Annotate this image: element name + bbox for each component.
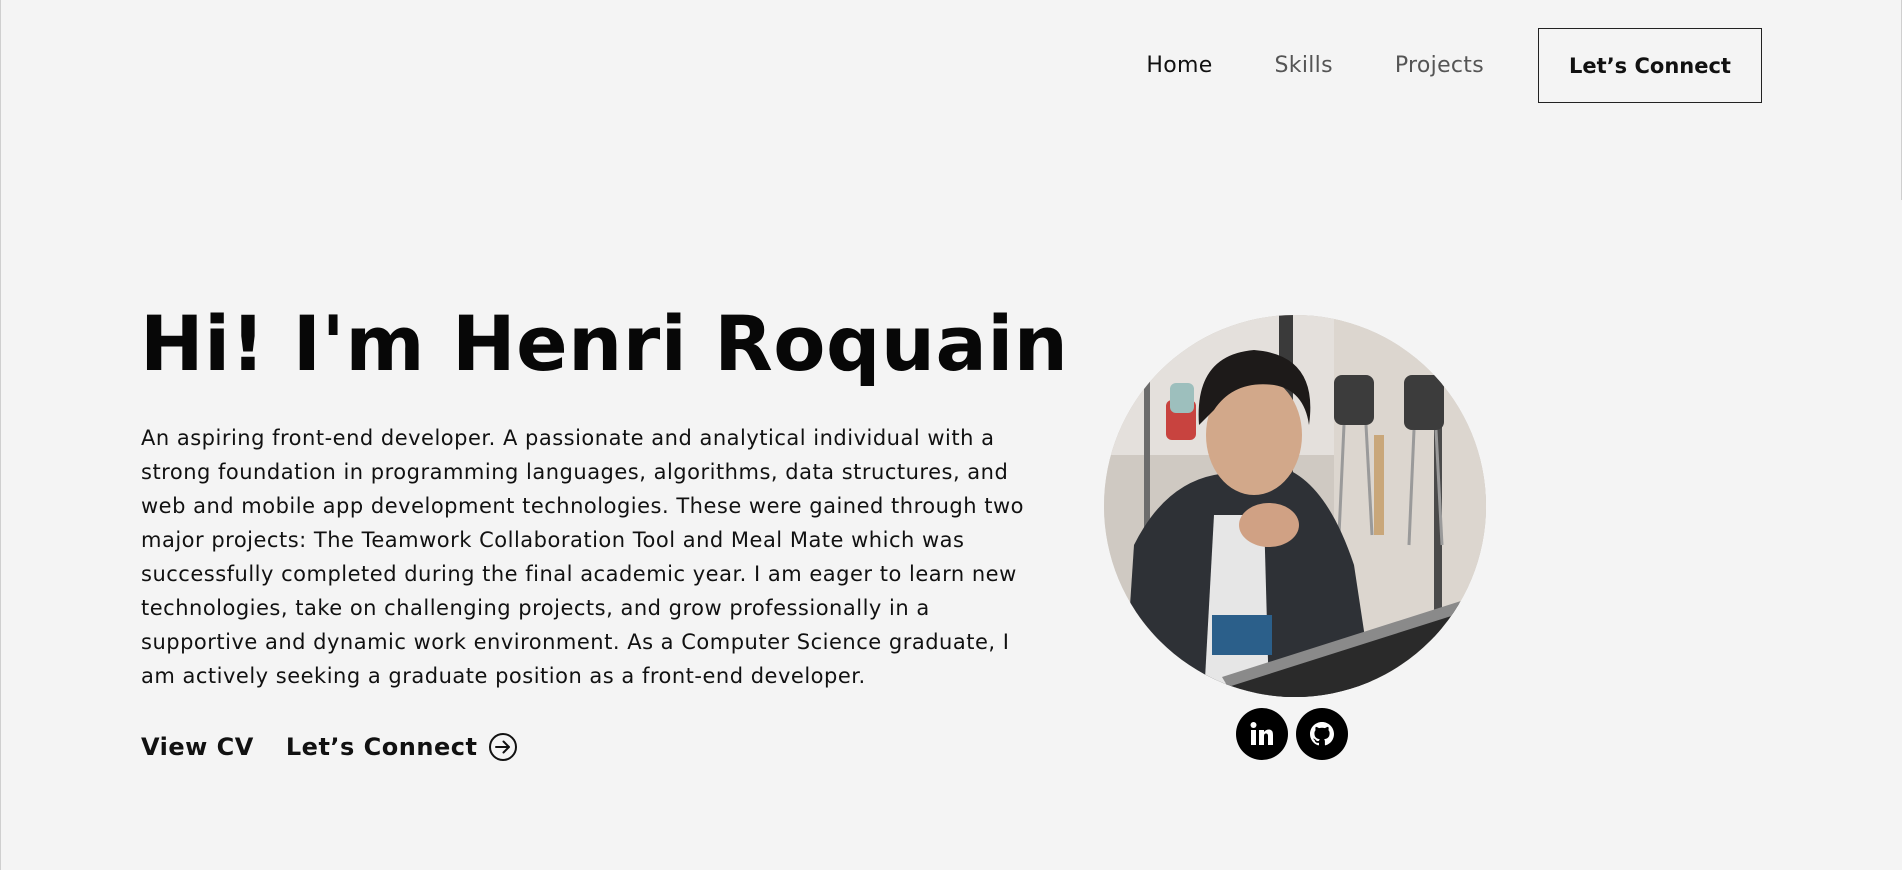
arrow-right-icon <box>489 733 518 761</box>
hero-title: Hi! I'm Henri Roquain <box>140 299 1069 388</box>
profile-photo <box>1104 315 1486 697</box>
social-links <box>1236 708 1356 760</box>
lets-connect-button[interactable]: Let’s Connect <box>1538 28 1762 103</box>
hero-cta-row: View CV Let’s Connect <box>141 733 518 761</box>
nav-item-skills[interactable]: Skills <box>1275 53 1333 78</box>
frame-border-left <box>0 0 1 870</box>
linkedin-icon[interactable] <box>1236 708 1288 760</box>
top-navigation: Home Skills Projects Let’s Connect <box>1146 28 1762 103</box>
nav-item-home[interactable]: Home <box>1146 53 1212 78</box>
hero-description: An aspiring front-end developer. A passi… <box>141 426 1024 688</box>
nav-item-projects[interactable]: Projects <box>1395 53 1484 78</box>
lets-connect-link[interactable]: Let’s Connect <box>286 733 518 761</box>
lets-connect-link-label: Let’s Connect <box>285 733 478 761</box>
github-icon[interactable] <box>1296 708 1348 760</box>
view-cv-link[interactable]: View CV <box>141 733 254 761</box>
